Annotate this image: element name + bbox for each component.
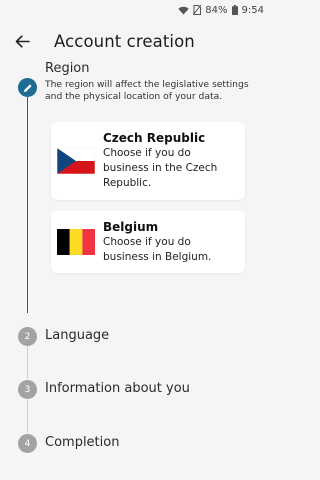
step-description: The region will affect the legislative s…	[45, 79, 249, 102]
step-3-indicator[interactable]: 3	[18, 380, 37, 399]
step-title-information[interactable]: Information about you	[45, 381, 190, 396]
region-description: Choose if you do business in Belgium.	[103, 235, 212, 263]
step-2-indicator[interactable]: 2	[18, 327, 37, 346]
step-1-indicator[interactable]	[18, 78, 37, 97]
region-option-belgium[interactable]: Belgium Choose if you do business in Bel…	[51, 211, 245, 273]
step-title-completion[interactable]: Completion	[45, 435, 119, 450]
step-connector-1	[27, 97, 28, 313]
czech-flag-icon	[57, 148, 95, 174]
step-connector-3	[27, 400, 28, 433]
step-connector-2	[27, 346, 28, 379]
status-time: 9:54	[241, 4, 264, 16]
status-bar: 84% 9:54	[0, 0, 270, 20]
region-name: Belgium	[103, 219, 159, 234]
region-option-czech-republic[interactable]: Czech Republic Choose if you do business…	[51, 122, 245, 200]
back-button[interactable]	[11, 30, 33, 52]
wifi-icon	[178, 6, 189, 15]
belgium-flag-icon	[57, 229, 95, 255]
region-description: Choose if you do business in the Czech R…	[103, 147, 218, 189]
step-title-region[interactable]: Region	[45, 61, 90, 76]
region-name: Czech Republic	[103, 131, 206, 145]
arrow-left-icon	[15, 34, 30, 48]
page-title: Account creation	[54, 31, 195, 51]
battery-icon	[231, 5, 238, 15]
app-bar: Account creation	[0, 24, 270, 58]
no-sim-icon	[193, 5, 202, 15]
battery-level: 84%	[205, 4, 228, 16]
pencil-icon	[23, 83, 32, 92]
step-title-language[interactable]: Language	[45, 328, 109, 343]
step-4-indicator[interactable]: 4	[18, 434, 37, 453]
